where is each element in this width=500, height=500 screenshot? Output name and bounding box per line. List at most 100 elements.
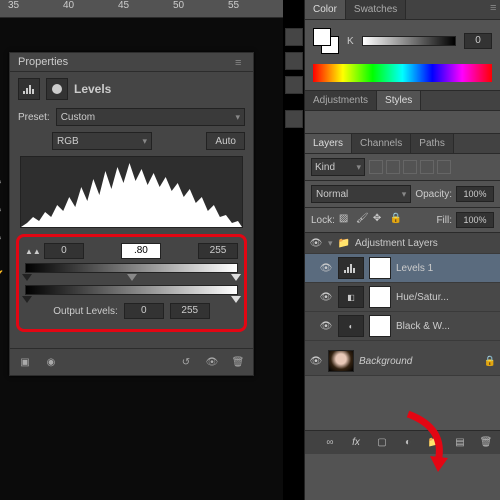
filter-pixel-icon[interactable] [369, 160, 383, 174]
reset-icon[interactable]: ↺ [177, 353, 195, 371]
blend-mode-select[interactable]: Normal▾ [311, 185, 411, 203]
layer-row[interactable]: 👁 Background 🔒 [305, 347, 500, 376]
collapsed-panel-icon[interactable] [285, 52, 303, 70]
lock-label: Lock: [311, 215, 335, 226]
new-adjustment-layer-icon[interactable]: ◐ [400, 435, 416, 451]
bw-thumb-icon[interactable]: ◐ [338, 315, 364, 337]
layer-row[interactable]: 👁 ◐ Black & W... [305, 312, 500, 341]
visibility-toggle[interactable]: 👁 [319, 261, 333, 275]
mask-icon[interactable] [46, 78, 68, 100]
tab-layers[interactable]: Layers [305, 134, 352, 153]
output-white-handle[interactable] [231, 296, 241, 303]
levels-scale-icon: ▲▲ [25, 247, 41, 256]
color-panel: Color Swatches ≡ K 0 [305, 0, 500, 91]
k-slider[interactable] [362, 36, 456, 46]
lock-pixels-icon[interactable]: 🖌 [356, 213, 370, 227]
collapsed-panel-icon[interactable] [285, 110, 303, 128]
layer-name[interactable]: Black & W... [396, 321, 450, 332]
layer-mask-thumb[interactable] [369, 315, 391, 337]
k-value-field[interactable]: 0 [464, 33, 492, 49]
collapsed-panel-icon[interactable] [285, 28, 303, 46]
properties-tab[interactable]: Properties [10, 53, 253, 72]
visibility-toggle[interactable]: 👁 [319, 290, 333, 304]
input-white-field[interactable]: 255 [198, 243, 238, 259]
output-gradient[interactable] [25, 285, 238, 297]
canvas-area: 35 40 45 50 55 ≡ Properties Levels Prese… [0, 0, 283, 500]
layer-mask-thumb[interactable] [369, 257, 391, 279]
delete-layer-icon[interactable]: 🗑 [478, 435, 494, 451]
input-gamma-field[interactable]: .80 [121, 243, 161, 259]
layer-group[interactable]: 👁 ▾ 📁 Adjustment Layers [305, 233, 500, 254]
filter-type-icon[interactable] [403, 160, 417, 174]
layer-row[interactable]: 👁 ◧ Hue/Satur... [305, 283, 500, 312]
hand-icon[interactable]: ✋ [0, 263, 6, 279]
panel-menu-icon[interactable]: ≡ [486, 0, 500, 10]
background-thumb[interactable] [328, 350, 354, 372]
link-layers-icon[interactable]: ∞ [322, 435, 338, 451]
eyedropper-black-icon[interactable]: ✎ [0, 173, 6, 189]
foreground-background-swatch[interactable] [313, 28, 339, 54]
opacity-field[interactable]: 100% [456, 186, 494, 202]
layer-mask-thumb[interactable] [369, 286, 391, 308]
visibility-toggle[interactable]: 👁 [309, 236, 323, 250]
output-white-field[interactable]: 255 [170, 303, 210, 319]
visibility-icon[interactable]: 👁 [203, 353, 221, 371]
tab-channels[interactable]: Channels [352, 134, 411, 153]
eyedropper-white-icon[interactable]: ✎ [0, 229, 6, 245]
tab-styles[interactable]: Styles [377, 91, 421, 110]
view-previous-icon[interactable]: ◉ [42, 353, 60, 371]
filter-adjust-icon[interactable] [386, 160, 400, 174]
output-black-handle[interactable] [22, 296, 32, 303]
levels-thumb-icon[interactable] [338, 257, 364, 279]
output-black-field[interactable]: 0 [124, 303, 164, 319]
white-point-handle[interactable] [231, 274, 241, 281]
gamma-handle[interactable] [127, 274, 137, 281]
tab-swatches[interactable]: Swatches [346, 0, 406, 19]
hue-thumb-icon[interactable]: ◧ [338, 286, 364, 308]
layer-name[interactable]: Hue/Satur... [396, 292, 449, 303]
new-group-icon[interactable]: 📁 [426, 435, 442, 451]
collapsed-panel-icon[interactable] [285, 76, 303, 94]
input-black-field[interactable]: 0 [44, 243, 84, 259]
filter-smart-icon[interactable] [437, 160, 451, 174]
add-mask-icon[interactable]: ▢ [374, 435, 390, 451]
layers-footer: ∞ fx ▢ ◐ 📁 ▤ 🗑 [305, 430, 500, 454]
visibility-toggle[interactable]: 👁 [309, 354, 323, 368]
chevron-down-icon[interactable]: ▾ [328, 238, 333, 249]
new-layer-icon[interactable]: ▤ [452, 435, 468, 451]
layer-filter-kind[interactable]: Kind▾ [311, 158, 365, 176]
eyedropper-gray-icon[interactable]: ✎ [0, 201, 6, 217]
delete-icon[interactable]: 🗑 [229, 353, 247, 371]
tab-color[interactable]: Color [305, 0, 346, 19]
filter-shape-icon[interactable] [420, 160, 434, 174]
black-point-handle[interactable] [22, 274, 32, 281]
input-gradient[interactable] [25, 263, 238, 275]
visibility-toggle[interactable]: 👁 [319, 319, 333, 333]
properties-panel: ≡ Properties Levels Preset: Custom▾ RGB▾… [9, 52, 254, 376]
output-label: Output Levels: [53, 306, 117, 317]
layer-row[interactable]: 👁 Levels 1 [305, 254, 500, 283]
tab-paths[interactable]: Paths [411, 134, 454, 153]
clip-icon[interactable]: ▣ [16, 353, 34, 371]
adjustments-panel: Adjustments Styles [305, 91, 500, 134]
fill-field[interactable]: 100% [456, 212, 494, 228]
lock-position-icon[interactable]: ✥ [373, 213, 387, 227]
panel-menu-icon[interactable]: ≡ [235, 57, 249, 67]
auto-button[interactable]: Auto [206, 132, 245, 150]
layer-list: 👁 ▾ 📁 Adjustment Layers 👁 Levels 1 👁 ◧ H… [305, 233, 500, 376]
highlight-annotation: ▲▲ 0 .80 255 Out [16, 234, 247, 332]
lock-all-icon[interactable]: 🔒 [390, 213, 404, 227]
folder-icon: 📁 [338, 238, 350, 249]
channel-value: RGB [57, 136, 79, 147]
ruler-tick: 45 [118, 0, 173, 11]
layer-name[interactable]: Levels 1 [396, 263, 433, 274]
preset-select[interactable]: Custom▾ [56, 108, 245, 126]
layer-fx-icon[interactable]: fx [348, 435, 364, 451]
color-spectrum[interactable] [313, 64, 492, 82]
tab-adjustments[interactable]: Adjustments [305, 91, 377, 110]
channel-select[interactable]: RGB▾ [52, 132, 152, 150]
layer-name[interactable]: Background [359, 356, 412, 367]
levels-title: Levels [74, 82, 111, 96]
group-name[interactable]: Adjustment Layers [355, 238, 438, 249]
lock-transparency-icon[interactable]: ▨ [339, 213, 353, 227]
